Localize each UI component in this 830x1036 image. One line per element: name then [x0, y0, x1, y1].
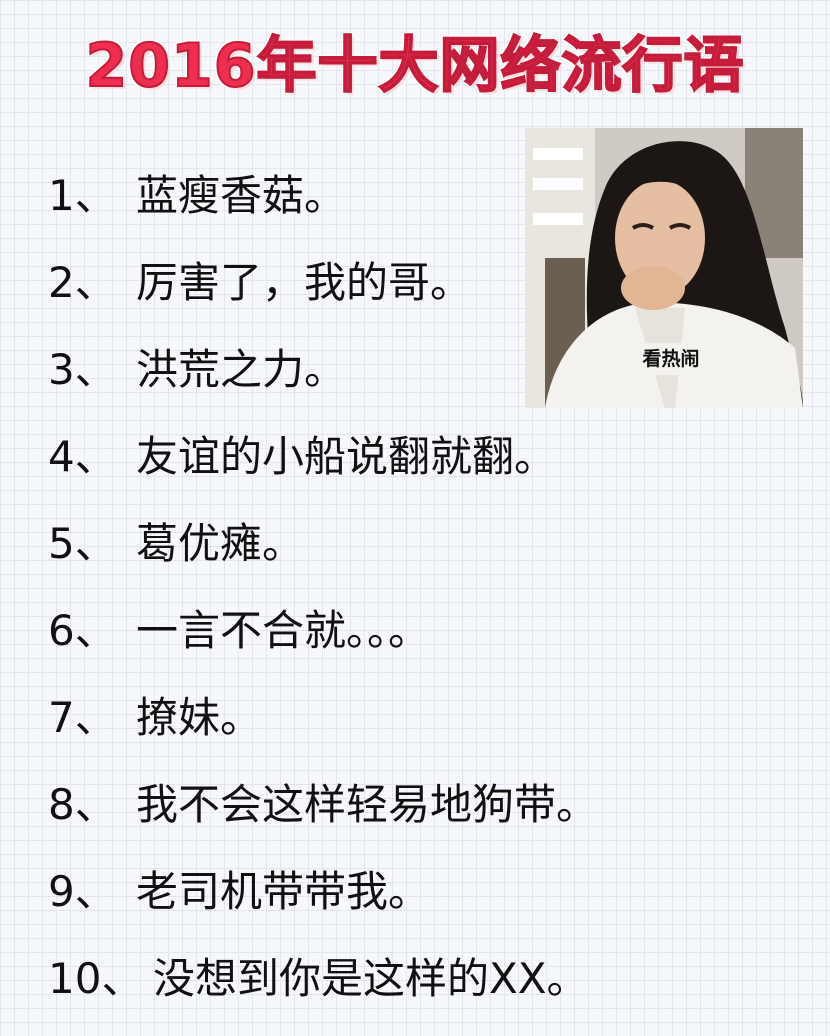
list-item: 4、 友谊的小船说翻就翻。 [48, 427, 556, 487]
list-item: 10、 没想到你是这样的XX。 [48, 949, 589, 1009]
item-text: 老司机带带我。 [136, 867, 431, 916]
list-item: 6、 一言不合就。。。 [48, 601, 430, 661]
item-text: 撩妹。 [136, 693, 263, 742]
item-number: 9、 [48, 867, 117, 916]
item-number: 4、 [48, 432, 117, 481]
item-text: 友谊的小船说翻就翻。 [136, 432, 557, 481]
list-item: 1、 蓝瘦香菇。 [48, 166, 346, 226]
item-text: 洪荒之力。 [136, 345, 347, 394]
item-text: 没想到你是这样的XX。 [153, 954, 589, 1003]
list-item: 5、 葛优瘫。 [48, 514, 304, 574]
item-text: 蓝瘦香菇。 [136, 171, 347, 220]
item-text: 葛优瘫。 [136, 519, 305, 568]
item-text: 我不会这样轻易地狗带。 [136, 780, 599, 829]
item-text: 一言不合就。。。 [136, 606, 431, 655]
list-item: 3、 洪荒之力。 [48, 340, 346, 400]
item-number: 8、 [48, 780, 117, 829]
list-item: 8、 我不会这样轻易地狗带。 [48, 775, 598, 835]
item-number: 2、 [48, 258, 117, 307]
list-item: 2、 厉害了，我的哥。 [48, 253, 472, 313]
item-text: 厉害了，我的哥。 [136, 258, 473, 307]
item-number: 1、 [48, 171, 117, 220]
item-number: 5、 [48, 519, 117, 568]
list-item: 9、 老司机带带我。 [48, 862, 430, 922]
item-number: 10、 [48, 954, 144, 1003]
item-number: 7、 [48, 693, 117, 742]
item-number: 6、 [48, 606, 117, 655]
page-title: 2016年十大网络流行语 [85, 30, 745, 102]
list-item: 7、 撩妹。 [48, 688, 262, 748]
item-number: 3、 [48, 345, 117, 394]
meme-image: 看热闹 [525, 128, 803, 408]
meme-caption: 看热闹 [642, 348, 700, 370]
